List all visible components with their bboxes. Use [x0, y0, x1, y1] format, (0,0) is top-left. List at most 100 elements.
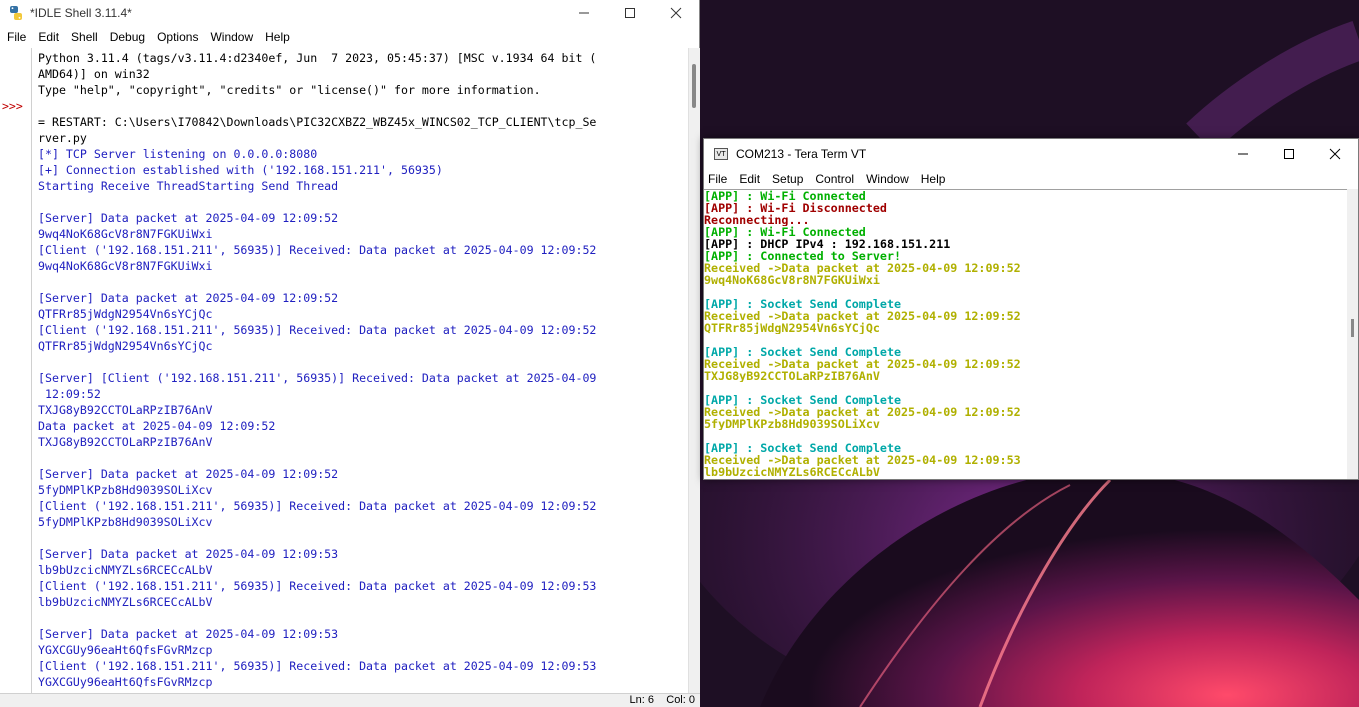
- shell-output-line: [Client ('192.168.151.211', 56935)] Rece…: [38, 499, 597, 513]
- shell-output-line: = RESTART: C:\Users\I70842\Downloads\PIC…: [38, 115, 597, 129]
- menu-window[interactable]: Window: [860, 168, 915, 190]
- terminal-line: [APP] : Wi-Fi Disconnected: [704, 202, 887, 214]
- menu-edit[interactable]: Edit: [733, 168, 766, 190]
- shell-output-line: [Client ('192.168.151.211', 56935)] Rece…: [38, 243, 597, 257]
- close-button[interactable]: [1312, 139, 1358, 169]
- shell-output-line: [38, 450, 688, 466]
- shell-output-line: AMD64)] on win32: [38, 67, 150, 81]
- column-number-status: Col: 0: [666, 694, 695, 706]
- terminal-line: Received ->Data packet at 2025-04-09 12:…: [704, 358, 1021, 370]
- shell-output-line: 5fyDMPlKPzb8Hd9039SOLiXcv: [38, 515, 213, 529]
- shell-output-text[interactable]: Python 3.11.4 (tags/v3.11.4:d2340ef, Jun…: [32, 48, 688, 693]
- terminal-line: [APP] : Connected to Server!: [704, 250, 902, 262]
- menu-window[interactable]: Window: [204, 26, 259, 48]
- menu-shell[interactable]: Shell: [65, 26, 104, 48]
- menu-control[interactable]: Control: [809, 168, 860, 190]
- terminal-output[interactable]: [APP] : Wi-Fi Connected [APP] : Wi-Fi Dis…: [704, 189, 1348, 479]
- shell-output-line: 12:09:52: [38, 387, 101, 401]
- shell-output-line: lb9bUzcicNMYZLs6RCECcALbV: [38, 595, 213, 609]
- shell-output-line: [Server] Data packet at 2025-04-09 12:09…: [38, 291, 339, 305]
- close-button[interactable]: [653, 0, 699, 26]
- shell-output-line: [38, 194, 688, 210]
- menu-help[interactable]: Help: [259, 26, 296, 48]
- shell-output-line: [38, 274, 688, 290]
- scrollbar-thumb[interactable]: [692, 64, 696, 108]
- terminal-line: [APP] : Socket Send Complete: [704, 346, 902, 358]
- close-icon: [1329, 148, 1341, 160]
- shell-output-line: Data packet at 2025-04-09 12:09:52: [38, 419, 276, 433]
- terminal-line: [APP] : Wi-Fi Connected: [704, 190, 866, 202]
- idle-status-bar: Ln: 6 Col: 0: [0, 693, 700, 707]
- menu-file[interactable]: File: [0, 26, 32, 48]
- minimize-icon: [1238, 153, 1248, 155]
- teraterm-title-bar[interactable]: VT COM213 - Tera Term VT: [704, 139, 1358, 169]
- shell-output-line: [Client ('192.168.151.211', 56935)] Rece…: [38, 323, 597, 337]
- teraterm-window-title: COM213 - Tera Term VT: [736, 147, 867, 161]
- line-number-status: Ln: 6: [629, 694, 654, 706]
- terminal-line: lb9bUzcicNMYZLs6RCECcALbV: [704, 466, 880, 478]
- shell-output-line: [*] TCP Server listening on 0.0.0.0:8080: [38, 147, 318, 161]
- terminal-line: Received ->Data packet at 2025-04-09 12:…: [704, 454, 1021, 466]
- idle-window-title: *IDLE Shell 3.11.4*: [30, 6, 132, 20]
- shell-output-line: [38, 98, 688, 114]
- shell-output-line: [Server] Data packet at 2025-04-09 12:09…: [38, 211, 339, 225]
- shell-output-line: YGXCGUy96eaHt6QfsFGvRMzcp: [38, 675, 213, 689]
- minimize-button[interactable]: [1220, 139, 1266, 169]
- idle-vertical-scrollbar[interactable]: [688, 48, 700, 693]
- shell-output-line: 5fyDMPlKPzb8Hd9039SOLiXcv: [38, 483, 213, 497]
- maximize-icon: [1284, 149, 1294, 159]
- idle-title-bar[interactable]: *IDLE Shell 3.11.4*: [0, 0, 699, 26]
- terminal-line: 5fyDMPlKPzb8Hd9039SOLiXcv: [704, 418, 880, 430]
- shell-output-line: rver.py: [38, 131, 87, 145]
- idle-menu-bar: File Edit Shell Debug Options Window Hel…: [0, 26, 699, 48]
- shell-output-line: [Server] Data packet at 2025-04-09 12:09…: [38, 627, 339, 641]
- shell-output-line: [Server] Data packet at 2025-04-09 12:09…: [38, 547, 339, 561]
- terminal-line: [APP] : DHCP IPv4 : 192.168.151.211: [704, 238, 951, 250]
- shell-output-line: [38, 530, 688, 546]
- shell-output-line: lb9bUzcicNMYZLs6RCECcALbV: [38, 563, 213, 577]
- shell-prompt: >>>: [2, 99, 23, 113]
- maximize-button[interactable]: [1266, 139, 1312, 169]
- idle-shell-window: *IDLE Shell 3.11.4* File Edit Shell Debu…: [0, 0, 700, 707]
- minimize-icon: [579, 12, 589, 14]
- terminal-line: TXJG8yB92CCTOLaRPzIB76AnV: [704, 370, 880, 382]
- maximize-button[interactable]: [607, 0, 653, 26]
- terminal-line: Reconnecting...: [704, 214, 810, 226]
- terminal-line: [APP] : Socket Send Complete: [704, 298, 902, 310]
- shell-output-line: 9wq4NoK68GcV8r8N7FGKUiWxi: [38, 227, 213, 241]
- terminal-line: [APP] : Socket Send Complete: [704, 442, 902, 454]
- teraterm-window: VT COM213 - Tera Term VT File Edit Setup…: [703, 138, 1359, 480]
- shell-output-line: TXJG8yB92CCTOLaRPzIB76AnV: [38, 403, 213, 417]
- teraterm-menu-bar: File Edit Setup Control Window Help: [704, 169, 1358, 189]
- scrollbar-thumb[interactable]: [1351, 319, 1354, 337]
- terminal-line: [APP] : Socket Send Complete: [704, 394, 902, 406]
- terminal-line: [APP] : Wi-Fi Connected: [704, 226, 866, 238]
- menu-debug[interactable]: Debug: [104, 26, 151, 48]
- menu-options[interactable]: Options: [151, 26, 204, 48]
- close-icon: [670, 7, 682, 19]
- python-icon: [8, 5, 24, 21]
- menu-setup[interactable]: Setup: [766, 168, 809, 190]
- shell-output-line: [+] Connection established with ('192.16…: [38, 163, 443, 177]
- menu-edit[interactable]: Edit: [32, 26, 65, 48]
- shell-output-line: Python 3.11.4 (tags/v3.11.4:d2340ef, Jun…: [38, 51, 597, 65]
- shell-output-line: Type "help", "copyright", "credits" or "…: [38, 83, 541, 97]
- menu-file[interactable]: File: [704, 168, 733, 190]
- shell-output-line: [Client ('192.168.151.211', 56935)] Rece…: [38, 579, 597, 593]
- shell-output-line: Starting Receive ThreadStarting Send Thr…: [38, 179, 339, 193]
- maximize-icon: [625, 8, 635, 18]
- terminal-line: 9wq4NoK68GcV8r8N7FGKUiWxi: [704, 274, 880, 286]
- menu-help[interactable]: Help: [915, 168, 952, 190]
- shell-output-line: [Client ('192.168.151.211', 56935)] Rece…: [38, 659, 597, 673]
- terminal-line: Received ->Data packet at 2025-04-09 12:…: [704, 262, 1021, 274]
- terminal-line: Received ->Data packet at 2025-04-09 12:…: [704, 406, 1021, 418]
- prompt-gutter: >>>: [0, 48, 32, 693]
- shell-output-line: [Server] [Client ('192.168.151.211', 569…: [38, 371, 597, 385]
- teraterm-vertical-scrollbar[interactable]: [1347, 189, 1358, 479]
- minimize-button[interactable]: [561, 0, 607, 26]
- idle-shell-editor: >>> Python 3.11.4 (tags/v3.11.4:d2340ef,…: [0, 48, 700, 693]
